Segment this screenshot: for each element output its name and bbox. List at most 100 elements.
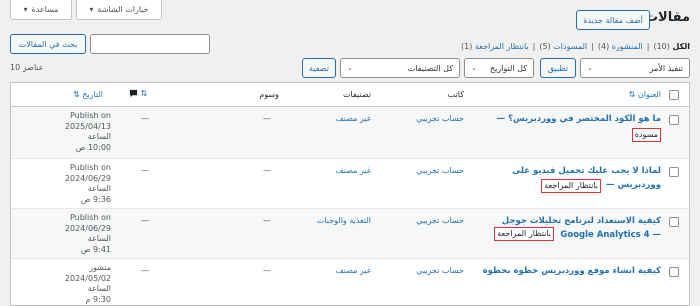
- comments-value: —: [141, 216, 149, 225]
- screen-options-button[interactable]: خيارات الشاشة ▾: [76, 0, 162, 20]
- title-header-label: العنوان: [637, 90, 661, 99]
- filter-all-count: (10): [653, 42, 670, 51]
- date-header-label: التاريخ: [82, 90, 104, 99]
- author-link[interactable]: حساب تجريبي: [416, 113, 464, 125]
- date-value: 2024/05/02: [64, 273, 111, 283]
- sort-icon: ⇅: [140, 89, 148, 98]
- post-title-link-line2[interactable]: Google Analytics 4 —: [560, 228, 661, 242]
- separator: |: [591, 42, 594, 51]
- post-state-badge: بانتظار المراجعة: [494, 227, 554, 241]
- posts-table: العنوان ⇅ كاتب تصنيفات وسوم ⇅ التاريخ ⇅ …: [10, 82, 690, 306]
- comment-icon: [129, 89, 138, 98]
- filter-pending-label: بانتظار المراجعة: [474, 42, 529, 51]
- category-link[interactable]: غير مصنف: [336, 113, 371, 125]
- separator: |: [532, 42, 536, 51]
- search-input[interactable]: [90, 34, 210, 54]
- filter-all[interactable]: الكل (10): [653, 42, 690, 51]
- date-cell: منشور 2024/05/02 الساعة 9:30 م: [19, 263, 111, 305]
- sort-icon: ⇅: [73, 90, 80, 99]
- filter-published-count: (4): [597, 42, 610, 51]
- row-checkbox[interactable]: [669, 167, 679, 177]
- table-row: كيفية الاستعداد لبرنامج تحليلات جوجل Goo…: [11, 209, 689, 259]
- tags-column-header: وسوم: [259, 90, 279, 99]
- date-status: Publish on: [69, 213, 111, 222]
- select-all-checkbox[interactable]: [669, 90, 679, 100]
- date-column-header[interactable]: التاريخ ⇅: [73, 89, 103, 101]
- tags-value: —: [263, 166, 271, 175]
- comments-value: —: [141, 114, 149, 123]
- author-link[interactable]: حساب تجريبي: [416, 265, 464, 277]
- filter-pending[interactable]: بانتظار المراجعة (1): [461, 42, 529, 51]
- date-status: Publish on: [69, 111, 111, 120]
- chevron-down-icon: ▾: [23, 5, 28, 14]
- filter-published-label: المنشورة: [611, 42, 643, 51]
- categories-value: كل التصنيفات: [407, 63, 453, 73]
- post-state-badge: مسودة: [631, 128, 661, 142]
- bulk-action-select[interactable]: تنفيذ الأمر ⌄: [580, 58, 690, 78]
- sort-icon: ⇅: [628, 90, 636, 99]
- category-link[interactable]: التغذية والوجبات: [317, 215, 371, 227]
- filter-drafts[interactable]: المسودات (5): [539, 42, 587, 51]
- status-filters: الكل (10) | المنشورة (4) | المسودات (5) …: [461, 42, 690, 51]
- post-title-link[interactable]: كيفية انشاء موقع ووردبريس خطوة بخطوة: [483, 264, 661, 278]
- chevron-down-icon: ▾: [89, 5, 94, 14]
- filter-drafts-label: المسودات: [553, 42, 588, 51]
- page-title: مقالات: [644, 10, 690, 25]
- row-checkbox[interactable]: [669, 267, 679, 277]
- categories-column-header: تصنيفات: [342, 90, 371, 99]
- tags-value: —: [263, 216, 271, 225]
- date-at: الساعة: [87, 284, 111, 293]
- items-count: 10 عناصر: [10, 63, 44, 72]
- table-row: لماذا لا يجب عليك تحميل فيديو على ووردبر…: [11, 159, 689, 209]
- date-at: الساعة: [87, 234, 111, 243]
- author-link[interactable]: حساب تجريبي: [416, 165, 464, 177]
- tags-value: —: [263, 114, 271, 123]
- post-title-link[interactable]: كيفية الاستعداد لبرنامج تحليلات جوجل: [502, 214, 661, 228]
- bulk-action-value: تنفيذ الأمر: [649, 63, 683, 73]
- date-status: منشور: [89, 263, 111, 272]
- title-column-header[interactable]: العنوان ⇅: [629, 89, 661, 101]
- post-title-link-line2[interactable]: ووردبريس —: [606, 178, 661, 192]
- filter-drafts-count: (5): [539, 42, 551, 51]
- category-link[interactable]: غير مصنف: [336, 265, 371, 277]
- search-posts-button[interactable]: بحث في المقالات: [10, 34, 86, 54]
- date-time: 9:30 م: [85, 294, 111, 304]
- dates-value: كل التواريخ: [489, 63, 527, 73]
- date-time: 9:41 ص: [80, 244, 111, 254]
- author-link[interactable]: حساب تجريبي: [416, 215, 464, 227]
- filter-published[interactable]: المنشورة (4): [598, 42, 643, 51]
- author-column-header: كاتب: [447, 90, 464, 99]
- table-row: كيفية انشاء موقع ووردبريس خطوة بخطوة حسا…: [11, 259, 689, 306]
- table-header: العنوان ⇅ كاتب تصنيفات وسوم ⇅ التاريخ ⇅: [11, 83, 689, 107]
- chevron-down-icon: ⌄: [347, 64, 353, 72]
- help-label: مساعدة: [31, 5, 59, 14]
- tags-value: —: [263, 266, 271, 275]
- screen-options-label: خيارات الشاشة: [97, 5, 149, 14]
- comments-value: —: [141, 166, 149, 175]
- comments-value: —: [141, 266, 149, 275]
- date-time: 9:36 ص: [80, 194, 111, 204]
- categories-select[interactable]: كل التصنيفات ⌄: [340, 58, 460, 78]
- date-cell: Publish on 2024/06/29 الساعة 9:41 ص: [19, 213, 111, 255]
- date-at: الساعة: [87, 184, 111, 193]
- row-checkbox[interactable]: [669, 115, 679, 125]
- comments-column-header[interactable]: ⇅: [129, 88, 147, 100]
- filter-all-label: الكل: [672, 42, 690, 51]
- filter-button[interactable]: تصفية: [302, 58, 336, 78]
- date-time: 10:00 ص: [75, 142, 111, 152]
- help-button[interactable]: مساعدة ▾: [10, 0, 72, 20]
- post-title-link[interactable]: لماذا لا يجب عليك تحميل فيديو على: [512, 164, 661, 178]
- apply-button[interactable]: تطبيق: [540, 58, 576, 78]
- date-cell: Publish on 2024/06/29 الساعة 9:36 ص: [19, 163, 111, 205]
- date-value: 2025/04/13: [64, 121, 111, 131]
- date-status: Publish on: [69, 163, 111, 172]
- category-link[interactable]: غير مصنف: [336, 165, 371, 177]
- table-row: ما هو الكود المختصر في ووردبريس؟ — مسودة…: [11, 107, 689, 159]
- post-title-link[interactable]: ما هو الكود المختصر في ووردبريس؟ —: [497, 112, 661, 126]
- add-new-post-button[interactable]: أضف مقالة جديدة: [576, 10, 650, 30]
- dates-select[interactable]: كل التواريخ ⌄: [464, 58, 534, 78]
- row-checkbox[interactable]: [669, 217, 679, 227]
- separator: |: [646, 42, 650, 51]
- chevron-down-icon: ⌄: [587, 64, 593, 72]
- date-at: الساعة: [87, 132, 111, 141]
